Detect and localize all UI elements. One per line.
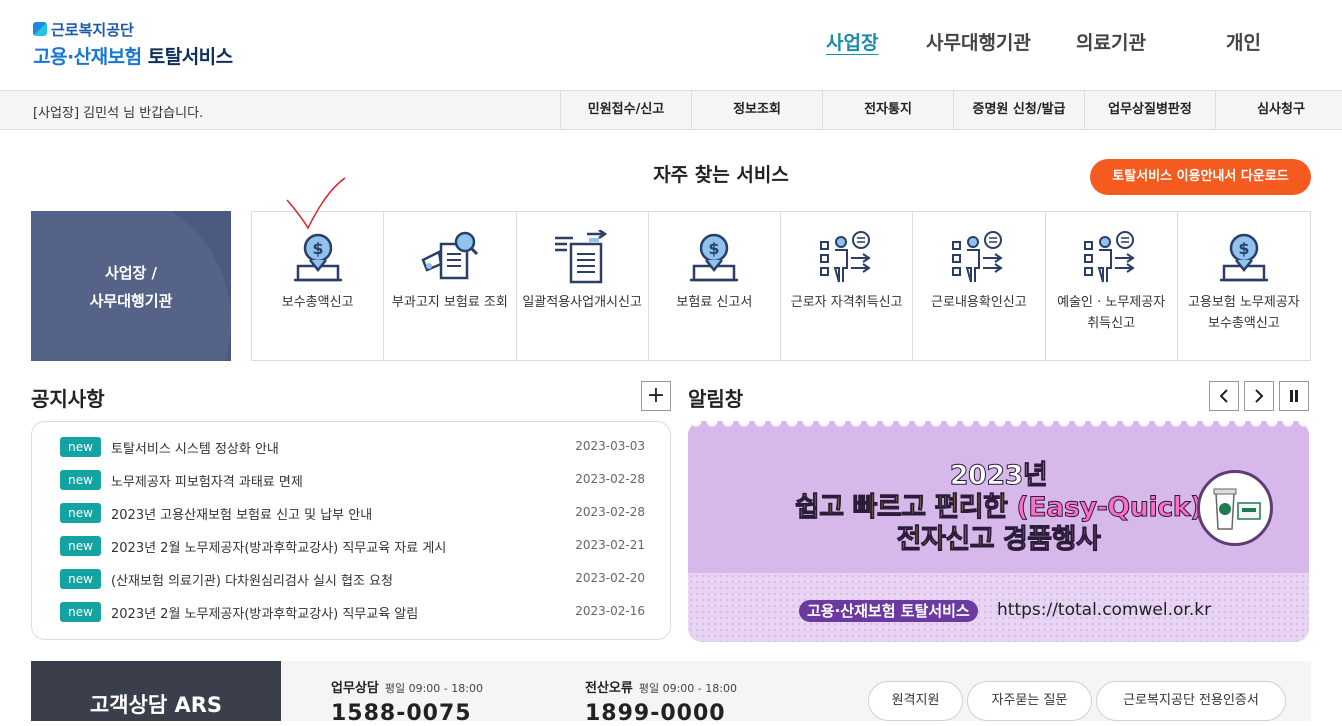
sub-nav: 민원접수/신고 정보조회 전자통지 증명원 신청/발급 업무상질병판정 심사청구 [560, 91, 1342, 129]
svc-freelancer-wage-report[interactable]: $ 고용보험 노무제공자 보수총액신고 [1178, 212, 1310, 360]
fav-category-panel: 사업장 / 사무대행기관 [31, 211, 231, 361]
notice-more-button[interactable]: + [641, 381, 671, 411]
notice-item-date: 2023-02-20 [575, 571, 645, 585]
topnav-business[interactable]: 사업장 [826, 28, 878, 55]
banner-pause-button[interactable] [1279, 381, 1309, 411]
notice-item-title[interactable]: (산재보험 의료기관) 다차원심리검사 실시 협조 요청 [111, 570, 393, 589]
svc-label: 일괄적용사업개시신고 [522, 295, 642, 310]
notice-item-title[interactable]: 토탈서비스 시스템 정상화 안내 [111, 438, 279, 457]
person-checklist-icon [1084, 231, 1135, 283]
notice-item-date: 2023-02-28 [575, 472, 645, 486]
notice-item-title[interactable]: 2023년 2월 노무제공자(방과후학교강사) 직무교육 자료 게시 [111, 537, 446, 556]
notice-row[interactable]: new 노무제공자 피보험자격 과태료 면제 2023-02-28 [60, 468, 645, 490]
document-search-icon [421, 231, 478, 280]
svc-label: 보수총액신고 [281, 295, 354, 310]
event-banner[interactable]: 2023년 쉽고 빠르고 편리한 (Easy-Quick) 전자신고 경품행사 … [688, 421, 1309, 642]
svc-batch-start-report[interactable]: 일괄적용사업개시신고 [517, 212, 649, 360]
money-laptop-icon: $ [690, 233, 739, 282]
new-badge: new [60, 437, 101, 457]
person-checklist-icon [951, 231, 1003, 283]
notice-item-date: 2023-02-28 [575, 505, 645, 519]
banner-next-button[interactable] [1244, 381, 1274, 411]
consult-hours: 평일 09:00 - 18:00 [384, 682, 483, 695]
coffee-gift-icon [1197, 470, 1273, 546]
topnav-agency[interactable]: 사무대행기관 [926, 28, 1031, 55]
svc-label: 고용보험 노무제공자 보수총액신고 [1187, 295, 1300, 331]
top-nav: 사업장 사무대행기관 의료기관 개인 [0, 28, 1342, 58]
new-badge: new [60, 536, 101, 556]
remote-support-button[interactable]: 원격지원 [868, 681, 963, 721]
money-laptop-icon: $ [293, 233, 342, 282]
error-number: 1899-0000 [585, 701, 726, 726]
header: 근로복지공단 고용·산재보험 토탈서비스 사업장 사무대행기관 의료기관 개인 [0, 0, 1342, 90]
notice-row[interactable]: new 2023년 2월 노무제공자(방과후학교강사) 직무교육 알림 2023… [60, 600, 645, 622]
subnav-review-request[interactable]: 심사청구 [1215, 91, 1342, 129]
fav-category-label: 사업장 / 사무대행기관 [89, 264, 173, 310]
notice-title: 공지사항 [31, 387, 105, 411]
topnav-personal[interactable]: 개인 [1226, 28, 1261, 55]
topnav-medical[interactable]: 의료기관 [1076, 28, 1146, 55]
subnav-disease-judgement[interactable]: 업무상질병판정 [1084, 91, 1215, 129]
sub-bar: [사업장] 김민석 님 반갑습니다. 민원접수/신고 정보조회 전자통지 증명원… [0, 90, 1342, 130]
svc-artist-acquisition[interactable]: 예술인 · 노무제공자 취득신고 [1046, 212, 1178, 360]
notice-item-date: 2023-02-16 [575, 604, 645, 618]
alert-title: 알림창 [688, 387, 744, 411]
money-laptop-icon: $ [1219, 233, 1268, 282]
notice-row[interactable]: new 2023년 고용산재보험 보험료 신고 및 납부 안내 2023-02-… [60, 501, 645, 523]
new-badge: new [60, 569, 101, 589]
notice-row[interactable]: new 2023년 2월 노무제공자(방과후학교강사) 직무교육 자료 게시 2… [60, 534, 645, 556]
svc-label: 보험료 신고서 [676, 295, 753, 310]
notice-item-title[interactable]: 2023년 고용산재보험 보험료 신고 및 납부 안내 [111, 504, 372, 523]
documents-arrows-icon [555, 230, 608, 284]
svc-premium-inquiry[interactable]: 부과고지 보험료 조회 [384, 212, 517, 360]
subnav-inquiry[interactable]: 정보조회 [691, 91, 822, 129]
notice-item-date: 2023-02-21 [575, 538, 645, 552]
svc-label: 예술인 · 노무제공자 취득신고 [1057, 295, 1166, 331]
svc-work-confirmation[interactable]: 근로내용확인신고 [913, 212, 1046, 360]
svg-text:$: $ [312, 239, 323, 258]
banner-prev-button[interactable] [1209, 381, 1239, 411]
person-checklist-icon [819, 231, 871, 283]
consult-label: 업무상담 평일 09:00 - 18:00 [331, 681, 483, 696]
consult-number: 1588-0075 [331, 701, 472, 726]
notice-row[interactable]: new (산재보험 의료기관) 다차원심리검사 실시 협조 요청 2023-02… [60, 567, 645, 589]
notice-row[interactable]: new 토탈서비스 시스템 정상화 안내 2023-03-03 [60, 435, 645, 457]
ars-title: 고객상담 ARS [89, 693, 223, 717]
svg-text:$: $ [709, 239, 720, 258]
banner-service-tag: 고용·산재보험 토탈서비스 [799, 600, 978, 622]
new-badge: new [60, 470, 101, 490]
fav-service-grid: $ 보수총액신고 부과고지 보험료 조회 일괄적용사업개시신고 $ 보험료 신고… [251, 211, 1311, 361]
pause-icon [1290, 390, 1298, 402]
faq-button[interactable]: 자주묻는 질문 [967, 681, 1092, 721]
new-badge: new [60, 602, 101, 622]
chevron-right-icon [1255, 389, 1264, 403]
svc-label: 부과고지 보험료 조회 [391, 295, 508, 310]
check-annotation-icon [286, 177, 346, 230]
notice-item-title[interactable]: 2023년 2월 노무제공자(방과후학교강사) 직무교육 알림 [111, 603, 418, 622]
notice-item-date: 2023-03-03 [575, 439, 645, 453]
notice-list: new 토탈서비스 시스템 정상화 안내 2023-03-03 new 노무제공… [31, 421, 671, 640]
new-badge: new [60, 503, 101, 523]
chevron-left-icon [1219, 389, 1228, 403]
banner-url[interactable]: https://total.comwel.or.kr [997, 600, 1211, 620]
subnav-petition[interactable]: 민원접수/신고 [560, 91, 691, 129]
guide-download-button[interactable]: 토탈서비스 이용안내서 다운로드 [1090, 159, 1311, 195]
notice-item-title[interactable]: 노무제공자 피보험자격 과태료 면제 [111, 471, 303, 490]
svg-text:$: $ [1238, 239, 1249, 258]
subnav-certificate[interactable]: 증명원 신청/발급 [953, 91, 1084, 129]
ars-panel: 고객상담 ARS [31, 661, 281, 721]
svc-wage-total-report[interactable]: $ 보수총액신고 [252, 212, 385, 360]
certificate-button[interactable]: 근로복지공단 전용인증서 [1096, 681, 1286, 721]
welcome-text: [사업장] 김민석 님 반갑습니다. [33, 106, 204, 121]
subnav-e-notice[interactable]: 전자통지 [822, 91, 953, 129]
error-hours: 평일 09:00 - 18:00 [638, 682, 737, 695]
svc-worker-acquisition[interactable]: 근로자 자격취득신고 [781, 212, 914, 360]
svc-label: 근로자 자격취득신고 [790, 295, 903, 310]
svc-premium-report[interactable]: $ 보험료 신고서 [649, 212, 781, 360]
error-label: 전산오류 평일 09:00 - 18:00 [585, 681, 737, 696]
svc-label: 근로내용확인신고 [931, 295, 1027, 310]
